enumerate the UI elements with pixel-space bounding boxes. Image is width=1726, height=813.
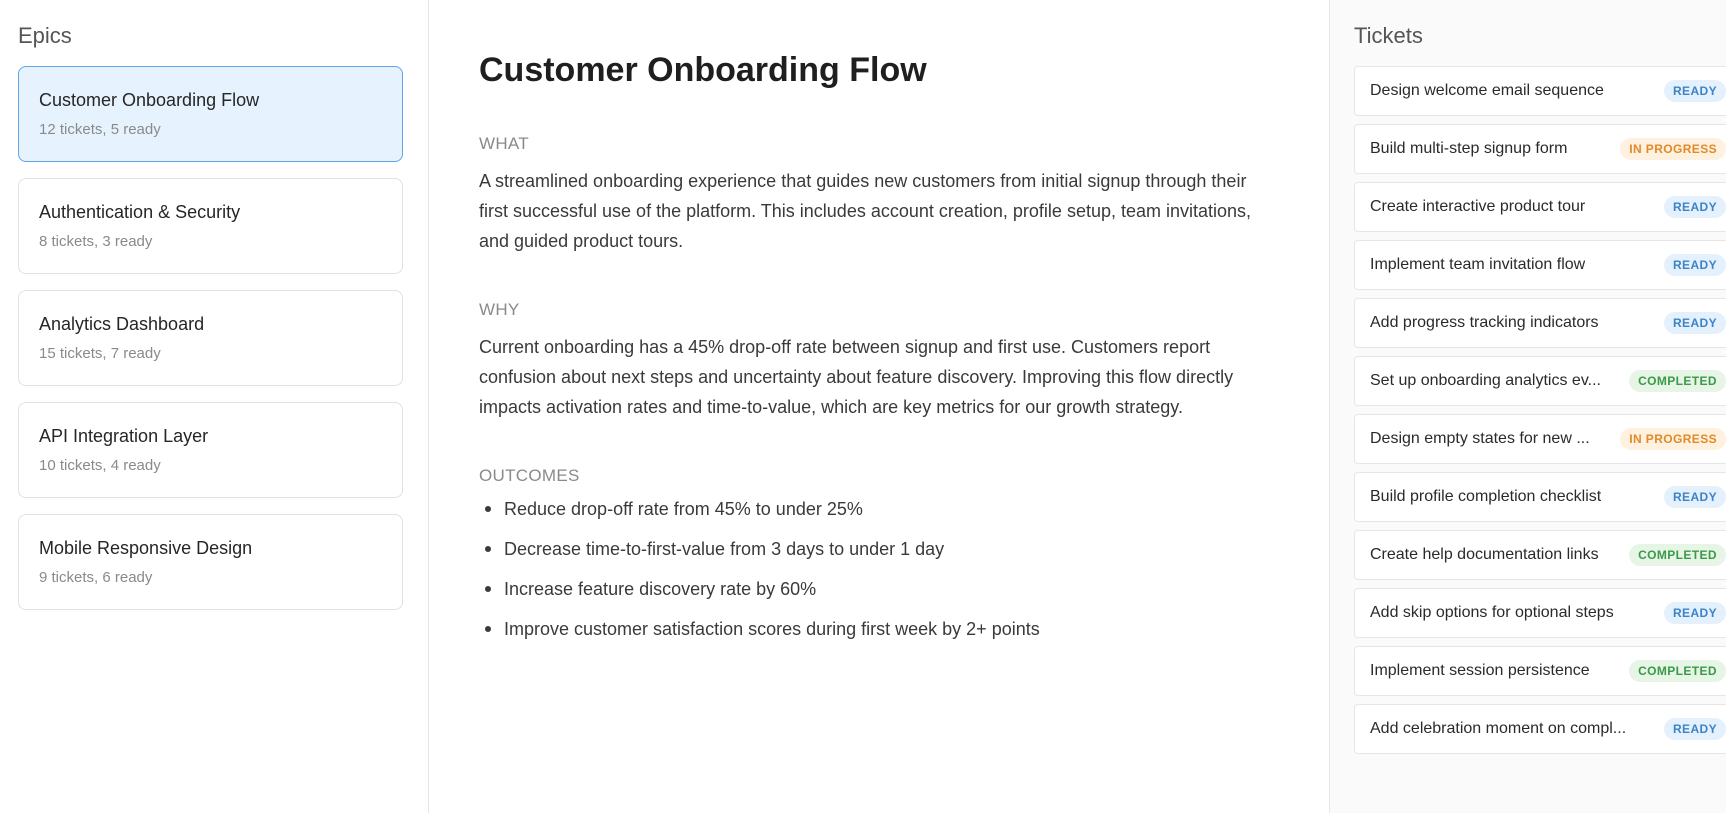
ticket-title: Set up onboarding analytics ev... (1370, 372, 1601, 389)
why-label: WHY (479, 300, 520, 319)
outcomes-label: OUTCOMES (479, 466, 580, 485)
epic-card-api-integration[interactable]: API Integration Layer 10 tickets, 4 read… (18, 402, 403, 498)
what-text: A streamlined onboarding experience that… (479, 171, 1252, 251)
tickets-title: Tickets (1354, 23, 1423, 48)
ticket-title: Add skip options for optional steps (1370, 604, 1614, 621)
epic-name: Authentication & Security (39, 202, 241, 222)
epic-title: Customer Onboarding Flow (479, 51, 927, 89)
status-badge: COMPLETED (1629, 660, 1726, 682)
ticket-title: Build multi-step signup form (1370, 140, 1568, 157)
epic-meta: 12 tickets, 5 ready (39, 121, 161, 138)
epic-meta: 8 tickets, 3 ready (39, 233, 153, 250)
ticket-title: Add progress tracking indicators (1370, 314, 1599, 331)
epic-name: Mobile Responsive Design (39, 538, 253, 558)
status-badge: IN PROGRESS (1620, 428, 1726, 450)
epic-card-mobile-responsive[interactable]: Mobile Responsive Design 9 tickets, 6 re… (18, 514, 403, 610)
ticket-row[interactable]: Add celebration moment on compl... READY (1354, 704, 1726, 754)
ticket-title: Create interactive product tour (1370, 198, 1586, 215)
status-badge: READY (1663, 80, 1726, 102)
outcome-item: Improve customer satisfaction scores dur… (479, 618, 1279, 640)
epic-list: Customer Onboarding Flow 12 tickets, 5 r… (18, 66, 410, 610)
epic-card-customer-onboarding[interactable]: Customer Onboarding Flow 12 tickets, 5 r… (18, 66, 403, 162)
epic-name: Customer Onboarding Flow (39, 90, 260, 110)
ticket-row[interactable]: Implement team invitation flow READY (1354, 240, 1726, 290)
epic-detail: Customer Onboarding Flow WHAT A streamli… (429, 0, 1329, 813)
epics-panel: Epics Customer Onboarding Flow 12 ticket… (0, 0, 429, 813)
ticket-row[interactable]: Build profile completion checklist READY (1354, 472, 1726, 522)
epics-title: Epics (18, 23, 72, 48)
epic-meta: 10 tickets, 4 ready (39, 457, 161, 474)
status-badge: READY (1663, 602, 1726, 624)
epic-card-authentication-security[interactable]: Authentication & Security 8 tickets, 3 r… (18, 178, 403, 274)
epic-name: Analytics Dashboard (39, 314, 205, 334)
ticket-row[interactable]: Implement session persistence COMPLETED (1354, 646, 1726, 696)
outcome-item: Reduce drop-off rate from 45% to under 2… (479, 498, 1279, 520)
ticket-title: Create help documentation links (1370, 546, 1599, 563)
status-badge: READY (1663, 196, 1726, 218)
ticket-row[interactable]: Design welcome email sequence READY (1354, 66, 1726, 116)
what-label: WHAT (479, 134, 529, 153)
app-root: Epics Customer Onboarding Flow 12 ticket… (0, 0, 1726, 813)
epic-name: API Integration Layer (39, 426, 209, 446)
ticket-title: Design welcome email sequence (1370, 82, 1604, 99)
ticket-title: Design empty states for new ... (1370, 430, 1590, 447)
ticket-title: Build profile completion checklist (1370, 488, 1602, 505)
status-badge: COMPLETED (1629, 544, 1726, 566)
ticket-list: Design welcome email sequence READY Buil… (1354, 66, 1726, 754)
status-badge: READY (1663, 254, 1726, 276)
tickets-panel: Tickets Design welcome email sequence RE… (1329, 0, 1726, 813)
outcome-item: Decrease time-to-first-value from 3 days… (479, 538, 1279, 560)
ticket-row[interactable]: Add skip options for optional steps READ… (1354, 588, 1726, 638)
status-badge: COMPLETED (1629, 370, 1726, 392)
status-badge: READY (1663, 486, 1726, 508)
ticket-title: Add celebration moment on compl... (1370, 720, 1627, 737)
ticket-title: Implement session persistence (1370, 662, 1590, 679)
status-badge: READY (1663, 718, 1726, 740)
why-text: Current onboarding has a 45% drop-off ra… (479, 337, 1234, 417)
ticket-row[interactable]: Create help documentation links COMPLETE… (1354, 530, 1726, 580)
status-badge: IN PROGRESS (1620, 138, 1726, 160)
ticket-row[interactable]: Create interactive product tour READY (1354, 182, 1726, 232)
epic-meta: 9 tickets, 6 ready (39, 569, 153, 586)
ticket-row[interactable]: Set up onboarding analytics ev... COMPLE… (1354, 356, 1726, 406)
ticket-title: Implement team invitation flow (1370, 256, 1586, 273)
epic-card-analytics-dashboard[interactable]: Analytics Dashboard 15 tickets, 7 ready (18, 290, 403, 386)
ticket-row[interactable]: Design empty states for new ... IN PROGR… (1354, 414, 1726, 464)
outcome-item: Increase feature discovery rate by 60% (479, 578, 1279, 600)
ticket-row[interactable]: Build multi-step signup form IN PROGRESS (1354, 124, 1726, 174)
ticket-row[interactable]: Add progress tracking indicators READY (1354, 298, 1726, 348)
epic-meta: 15 tickets, 7 ready (39, 345, 161, 362)
outcomes-list: Reduce drop-off rate from 45% to under 2… (479, 498, 1279, 640)
status-badge: READY (1663, 312, 1726, 334)
